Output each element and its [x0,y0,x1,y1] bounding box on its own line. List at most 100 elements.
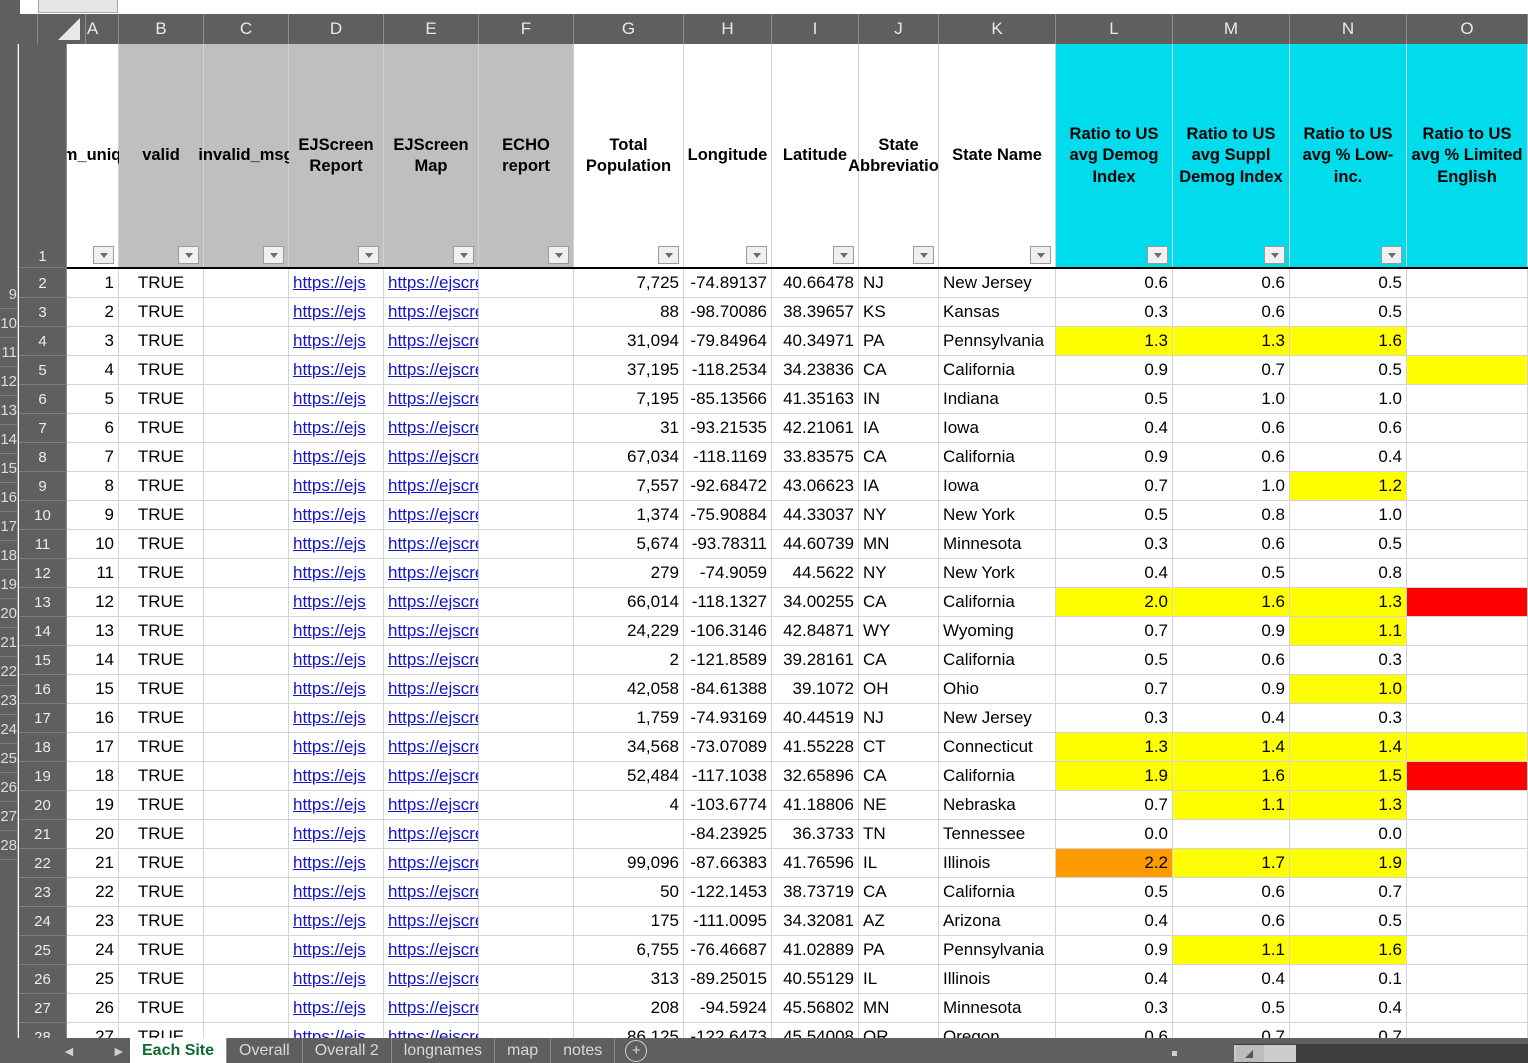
cell-n20[interactable]: 1.3 [1290,791,1407,820]
cell-d10[interactable]: https://ejs [289,501,384,530]
cell-d18[interactable]: https://ejs [289,733,384,762]
cell-a7[interactable]: 6 [67,414,119,443]
cell-e26[interactable]: https://ejscreen.epa [384,965,479,994]
cell-i26[interactable]: 40.55129 [772,965,859,994]
cell-o19[interactable] [1407,762,1528,791]
row-number-28[interactable]: 28 [19,1023,67,1038]
cell-o8[interactable] [1407,443,1528,472]
cell-d24[interactable]: https://ejs [289,907,384,936]
cell-j21[interactable]: TN [859,820,939,849]
cell-j9[interactable]: IA [859,472,939,501]
cell-o7[interactable] [1407,414,1528,443]
cell-b20[interactable]: TRUE [119,791,204,820]
cell-a2[interactable]: 1 [67,269,119,298]
filter-dropdown-icon-f[interactable] [548,246,569,264]
cell-n17[interactable]: 0.3 [1290,704,1407,733]
cell-g20[interactable]: 4 [574,791,684,820]
column-header-h[interactable]: H [684,14,772,44]
cell-o14[interactable] [1407,617,1528,646]
cell-a13[interactable]: 12 [67,588,119,617]
cell-c18[interactable] [204,733,289,762]
cell-l23[interactable]: 0.5 [1056,878,1173,907]
cell-c19[interactable] [204,762,289,791]
cell-h11[interactable]: -93.78311 [684,530,772,559]
cell-n25[interactable]: 1.6 [1290,936,1407,965]
cell-i3[interactable]: 38.39657 [772,298,859,327]
cell-m18[interactable]: 1.4 [1173,733,1290,762]
filter-dropdown-icon-m[interactable] [1264,246,1285,264]
cell-c10[interactable] [204,501,289,530]
cell-f4[interactable] [479,327,574,356]
cell-e8[interactable]: https://ejscreen.epa [384,443,479,472]
row-number-24[interactable]: 24 [19,907,67,936]
cell-c6[interactable] [204,385,289,414]
cell-i12[interactable]: 44.5622 [772,559,859,588]
cell-h14[interactable]: -106.3146 [684,617,772,646]
cell-b8[interactable]: TRUE [119,443,204,472]
cell-h7[interactable]: -93.21535 [684,414,772,443]
filter-dropdown-icon-h[interactable] [746,246,767,264]
cell-i25[interactable]: 41.02889 [772,936,859,965]
cell-b28[interactable]: TRUE [119,1023,204,1038]
row-number-9[interactable]: 9 [19,472,67,501]
cell-c2[interactable] [204,269,289,298]
cell-k8[interactable]: California [939,443,1056,472]
filter-dropdown-icon-n[interactable] [1381,246,1402,264]
cell-o27[interactable] [1407,994,1528,1023]
cell-n6[interactable]: 1.0 [1290,385,1407,414]
cell-c17[interactable] [204,704,289,733]
cell-l21[interactable]: 0.0 [1056,820,1173,849]
cell-a16[interactable]: 15 [67,675,119,704]
cell-h23[interactable]: -122.1453 [684,878,772,907]
cell-b15[interactable]: TRUE [119,646,204,675]
row-number-1[interactable]: 1 [19,44,67,268]
cell-h16[interactable]: -84.61388 [684,675,772,704]
cell-h18[interactable]: -73.07089 [684,733,772,762]
row-number-6[interactable]: 6 [19,385,67,414]
cell-m19[interactable]: 1.6 [1173,762,1290,791]
filter-dropdown-icon-c[interactable] [263,246,284,264]
cell-o9[interactable] [1407,472,1528,501]
cell-j22[interactable]: IL [859,849,939,878]
cell-f2[interactable] [479,269,574,298]
cell-f17[interactable] [479,704,574,733]
cell-c8[interactable] [204,443,289,472]
cell-g17[interactable]: 1,759 [574,704,684,733]
cell-n9[interactable]: 1.2 [1290,472,1407,501]
cell-d9[interactable]: https://ejs [289,472,384,501]
row-number-15[interactable]: 15 [19,646,67,675]
cell-h19[interactable]: -117.1038 [684,762,772,791]
column-header-d[interactable]: D [289,14,384,44]
cell-j4[interactable]: PA [859,327,939,356]
cell-h24[interactable]: -111.0095 [684,907,772,936]
cell-k2[interactable]: New Jersey [939,269,1056,298]
cell-l3[interactable]: 0.3 [1056,298,1173,327]
cell-l27[interactable]: 0.3 [1056,994,1173,1023]
cell-l2[interactable]: 0.6 [1056,269,1173,298]
cell-l12[interactable]: 0.4 [1056,559,1173,588]
column-header-j[interactable]: J [859,14,939,44]
cell-g18[interactable]: 34,568 [574,733,684,762]
cell-g23[interactable]: 50 [574,878,684,907]
cell-l8[interactable]: 0.9 [1056,443,1173,472]
cell-a15[interactable]: 14 [67,646,119,675]
cell-h10[interactable]: -75.90884 [684,501,772,530]
row-number-20[interactable]: 20 [19,791,67,820]
cell-k4[interactable]: Pennsylvania [939,327,1056,356]
cell-a22[interactable]: 21 [67,849,119,878]
cell-b5[interactable]: TRUE [119,356,204,385]
cell-g16[interactable]: 42,058 [574,675,684,704]
cell-e18[interactable]: https://ejscreen.epa [384,733,479,762]
cell-m12[interactable]: 0.5 [1173,559,1290,588]
cell-o22[interactable] [1407,849,1528,878]
cell-i11[interactable]: 44.60739 [772,530,859,559]
cell-j5[interactable]: CA [859,356,939,385]
cell-a5[interactable]: 4 [67,356,119,385]
cell-i15[interactable]: 39.28161 [772,646,859,675]
add-sheet-icon[interactable]: + [625,1039,648,1062]
cell-f6[interactable] [479,385,574,414]
cell-o24[interactable] [1407,907,1528,936]
row-number-2[interactable]: 2 [19,269,67,298]
cell-o17[interactable] [1407,704,1528,733]
cell-l15[interactable]: 0.5 [1056,646,1173,675]
